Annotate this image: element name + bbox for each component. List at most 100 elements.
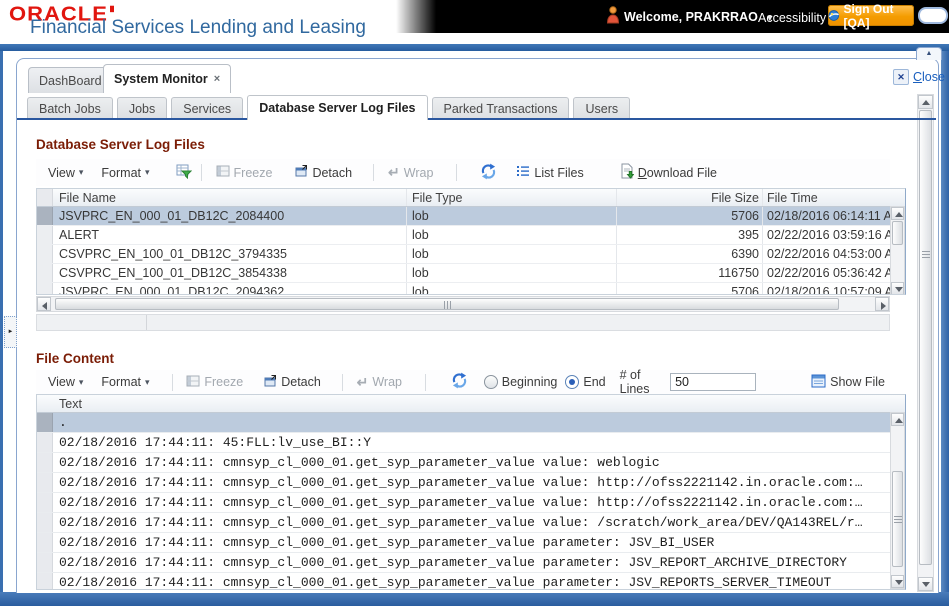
welcome-label: Welcome, PRAKRRAO xyxy=(624,10,758,24)
accessibility-link[interactable]: Accessibility xyxy=(758,11,826,25)
sign-out-button[interactable]: Sign Out [QA] xyxy=(828,2,914,30)
end-radio[interactable]: End xyxy=(565,375,606,389)
subtab-services[interactable]: Services xyxy=(171,97,244,120)
row-gutter[interactable] xyxy=(37,493,53,512)
toolbar-separator xyxy=(456,164,458,181)
column-header-file-time[interactable]: File Time xyxy=(763,189,905,206)
format-menu-label: Format xyxy=(101,375,141,389)
column-header-file-size[interactable]: File Size xyxy=(617,189,763,206)
refresh-icon[interactable] xyxy=(451,372,468,392)
refresh-icon[interactable] xyxy=(480,163,497,183)
list-item[interactable]: 02/18/2016 17:44:11: cmnsyp_cl_000_01.ge… xyxy=(37,453,905,473)
column-header-file-name[interactable]: File Name xyxy=(53,189,407,206)
column-header-text[interactable]: Text xyxy=(37,395,905,412)
column-header-file-type[interactable]: File Type xyxy=(407,189,617,206)
show-file-button[interactable]: Show File xyxy=(806,372,890,393)
log-line: . xyxy=(59,415,67,430)
format-menu-label: Format xyxy=(101,165,141,180)
subtab-batch-jobs[interactable]: Batch Jobs xyxy=(27,97,113,120)
cell-file-size: 116750 xyxy=(617,264,763,282)
collapse-up-icon: ▲ xyxy=(925,50,933,57)
cell-file-time: 02/22/2016 04:53:00 AM xyxy=(767,247,890,261)
files-table-hscrollbar[interactable] xyxy=(36,296,890,312)
freeze-button[interactable]: Freeze xyxy=(211,162,278,183)
close-icon: ✕ xyxy=(893,69,909,85)
row-gutter[interactable] xyxy=(37,413,53,432)
row-gutter[interactable] xyxy=(37,473,53,492)
row-gutter[interactable] xyxy=(37,533,53,552)
table-row[interactable]: CSVPRC_EN_100_01_DB12C_3794335 lob 6390 … xyxy=(37,245,905,264)
row-gutter[interactable] xyxy=(37,226,53,244)
welcome-menu[interactable]: Welcome, PRAKRRAO ▼ xyxy=(624,10,774,24)
list-item[interactable]: 02/18/2016 17:44:11: cmnsyp_cl_000_01.ge… xyxy=(37,573,905,590)
beginning-radio[interactable]: Beginning xyxy=(483,375,558,389)
row-gutter[interactable] xyxy=(37,513,53,532)
detach-button[interactable]: Detach xyxy=(289,162,357,183)
detach-button[interactable]: Detach xyxy=(258,372,326,393)
list-item[interactable]: 02/18/2016 17:44:11: cmnsyp_cl_000_01.ge… xyxy=(37,513,905,533)
toolbar-separator xyxy=(424,373,426,391)
close-button[interactable]: ✕ Close xyxy=(893,69,945,85)
subtab-users[interactable]: Users xyxy=(573,97,631,120)
panel-splitter-handle[interactable]: ► xyxy=(4,316,17,348)
row-gutter[interactable] xyxy=(37,264,53,282)
cell-file-type: lob xyxy=(407,226,617,244)
table-row[interactable]: JSVPRC_EN_000_01_DB12C_2094362 lob 5706 … xyxy=(37,283,905,294)
row-gutter[interactable] xyxy=(37,207,53,225)
files-table-scrollbar[interactable] xyxy=(890,206,905,294)
cell-file-size: 5706 xyxy=(617,207,763,225)
log-files-table: File Name File Type File Size File Time … xyxy=(36,188,906,295)
list-item[interactable]: 02/18/2016 17:44:11: cmnsyp_cl_000_01.ge… xyxy=(37,473,905,493)
table-row[interactable]: ALERT lob 395 02/22/2016 03:59:16 AM xyxy=(37,226,905,245)
row-gutter[interactable] xyxy=(37,245,53,263)
beginning-radio-label: Beginning xyxy=(501,375,558,389)
list-icon xyxy=(516,164,530,181)
subtab-parked-transactions[interactable]: Parked Transactions xyxy=(431,97,570,120)
view-menu[interactable]: View ▾ xyxy=(44,164,87,182)
list-item[interactable]: . xyxy=(37,413,905,433)
list-item[interactable]: 02/18/2016 17:44:11: cmnsyp_cl_000_01.ge… xyxy=(37,533,905,553)
list-files-button[interactable]: List Files xyxy=(511,162,588,183)
cell-file-name: JSVPRC_EN_000_01_DB12C_2094362 xyxy=(53,283,407,294)
subtab-database-server-log-files[interactable]: Database Server Log Files xyxy=(247,95,428,120)
list-item[interactable]: 02/18/2016 17:44:11: 45:FLL:lv_use_BI::Y xyxy=(37,433,905,453)
cell-file-time: 02/22/2016 03:59:16 AM xyxy=(767,228,890,242)
lines-count-input[interactable] xyxy=(670,373,757,391)
subtab-jobs[interactable]: Jobs xyxy=(116,97,168,120)
wrap-button[interactable]: ↵ Wrap xyxy=(383,162,438,183)
freeze-icon xyxy=(216,164,230,181)
log-line: 02/18/2016 17:44:11: cmnsyp_cl_000_01.ge… xyxy=(59,575,832,590)
row-gutter[interactable] xyxy=(37,573,53,589)
cell-file-name: JSVPRC_EN_000_01_DB12C_2084400 xyxy=(53,207,407,225)
view-menu[interactable]: View ▾ xyxy=(44,373,87,391)
query-by-example-icon[interactable] xyxy=(176,163,192,182)
row-gutter[interactable] xyxy=(37,453,53,472)
wrap-button[interactable]: ↵ Wrap xyxy=(352,372,407,393)
file-content-scrollbar[interactable] xyxy=(890,412,905,589)
cell-file-size: 6390 xyxy=(617,245,763,263)
tab-close-icon[interactable]: × xyxy=(214,73,220,85)
table-row[interactable]: JSVPRC_EN_000_01_DB12C_2084400 lob 5706 … xyxy=(37,207,905,226)
list-item[interactable]: 02/18/2016 17:44:11: cmnsyp_cl_000_01.ge… xyxy=(37,553,905,573)
freeze-button[interactable]: Freeze xyxy=(181,372,248,393)
cell-file-type: lob xyxy=(407,264,617,282)
table-row[interactable]: CSVPRC_EN_100_01_DB12C_3854338 lob 11675… xyxy=(37,264,905,283)
log-files-table-header: File Name File Type File Size File Time xyxy=(37,189,905,207)
download-file-button[interactable]: Download File xyxy=(615,161,722,184)
view-menu-label: View xyxy=(48,375,75,389)
toolbar-separator xyxy=(341,373,343,391)
cell-file-type: lob xyxy=(407,245,617,263)
list-item[interactable]: 02/18/2016 17:44:11: cmnsyp_cl_000_01.ge… xyxy=(37,493,905,513)
row-gutter[interactable] xyxy=(37,553,53,572)
show-file-label: Show File xyxy=(830,375,885,389)
format-menu[interactable]: Format ▾ xyxy=(97,373,153,391)
row-gutter[interactable] xyxy=(37,433,53,452)
row-gutter[interactable] xyxy=(37,283,53,294)
main-vertical-scrollbar[interactable] xyxy=(917,94,934,592)
cell-file-size: 395 xyxy=(617,226,763,244)
collapse-header-button[interactable]: ▲ xyxy=(916,47,942,60)
tab-system-monitor[interactable]: System Monitor × xyxy=(103,64,232,93)
window-oval-button[interactable] xyxy=(918,7,948,24)
format-menu[interactable]: Format ▾ xyxy=(97,164,153,182)
detach-label: Detach xyxy=(281,375,321,389)
